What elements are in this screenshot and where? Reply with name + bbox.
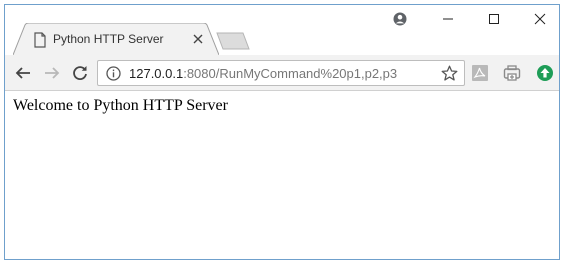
info-icon[interactable]	[106, 66, 121, 81]
maximize-icon	[489, 14, 499, 24]
page-icon	[34, 32, 46, 48]
browser-window: Python HTTP Server 127.0.0.1:8080/RunMyC…	[4, 4, 560, 260]
profile-icon	[393, 12, 407, 26]
new-tab-button[interactable]	[215, 31, 251, 51]
star-icon[interactable]	[441, 65, 458, 82]
close-icon	[193, 34, 203, 44]
tab-close-button[interactable]	[191, 32, 205, 46]
minimize-button[interactable]	[425, 5, 471, 33]
arrow-right-icon	[45, 67, 60, 79]
title-bar: Python HTTP Server	[5, 5, 559, 55]
tab-title: Python HTTP Server	[53, 32, 164, 46]
page-content: Welcome to Python HTTP Server	[5, 91, 559, 259]
url-text[interactable]: 127.0.0.1:8080/RunMyCommand%20p1,p2,p3	[129, 66, 397, 81]
welcome-text: Welcome to Python HTTP Server	[13, 97, 228, 114]
new-tab-shape	[216, 32, 250, 50]
tab-python-http-server[interactable]: Python HTTP Server	[13, 23, 219, 55]
print-icon[interactable]	[503, 64, 521, 82]
address-bar[interactable]: 127.0.0.1:8080/RunMyCommand%20p1,p2,p3	[97, 60, 465, 86]
upload-icon[interactable]	[536, 64, 554, 82]
maximize-button[interactable]	[471, 5, 517, 33]
reload-button[interactable]	[68, 61, 92, 85]
minimize-icon	[443, 18, 453, 20]
close-icon	[534, 13, 546, 25]
pdf-icon[interactable]	[471, 64, 489, 82]
arrow-left-icon	[15, 67, 30, 79]
back-button[interactable]	[11, 61, 35, 85]
forward-button[interactable]	[40, 61, 64, 85]
close-window-button[interactable]	[517, 5, 559, 33]
url-host: 127.0.0.1	[129, 66, 184, 81]
reload-icon	[73, 66, 87, 80]
url-path: :8080/RunMyCommand%20p1,p2,p3	[183, 66, 398, 81]
toolbar: 127.0.0.1:8080/RunMyCommand%20p1,p2,p3	[5, 55, 559, 91]
profile-button[interactable]	[380, 5, 420, 33]
